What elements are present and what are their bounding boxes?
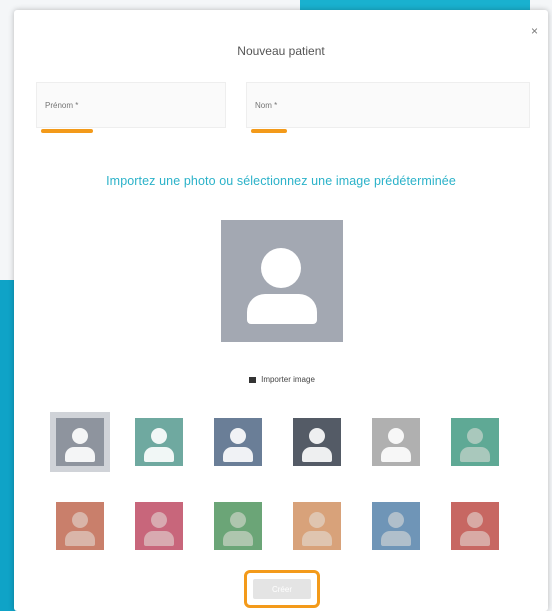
create-button[interactable]: Créer [253,579,311,599]
last-name-input[interactable] [247,83,529,127]
avatar-head-icon [151,512,167,528]
avatar-body-icon [247,294,317,324]
avatar-3-tile[interactable] [214,418,262,466]
first-name-field [36,82,226,133]
avatar-head-icon [388,512,404,528]
avatar-body-icon [381,447,411,462]
avatar-9-tile[interactable] [214,502,262,550]
photo-instruction: Importez une photo ou sélectionnez une i… [106,174,456,188]
avatar-2-tile[interactable] [135,418,183,466]
new-patient-dialog: Nouveau patient × Importez une photo ou … [14,10,548,611]
avatar-head-icon [467,428,483,444]
avatar-head-icon [230,428,246,444]
avatar-head-icon [261,248,301,288]
avatar-preview [221,220,343,342]
avatar-10-tile[interactable] [293,502,341,550]
first-name-underline [41,129,93,133]
image-icon [249,376,257,383]
import-image-label: Importer image [261,375,315,384]
avatar-5-tile[interactable] [372,418,420,466]
avatar-6-tile[interactable] [451,418,499,466]
avatar-head-icon [72,428,88,444]
avatar-body-icon [144,447,174,462]
avatar-7-tile[interactable] [56,502,104,550]
dialog-title: Nouveau patient [237,44,325,58]
last-name-underline [251,129,287,133]
avatar-body-icon [381,531,411,546]
close-icon[interactable]: × [531,24,538,38]
avatar-body-icon [65,531,95,546]
avatar-head-icon [388,428,404,444]
avatar-head-icon [309,512,325,528]
first-name-input[interactable] [37,83,225,127]
avatar-head-icon [230,512,246,528]
avatar-body-icon [144,531,174,546]
submit-highlight: Créer [244,570,320,608]
avatar-body-icon [460,447,490,462]
avatar-11-tile[interactable] [372,502,420,550]
avatar-4-tile[interactable] [293,418,341,466]
avatar-1-tile[interactable] [50,412,110,472]
avatar-head-icon [151,428,167,444]
avatar-body-icon [460,531,490,546]
avatar-12-tile[interactable] [451,502,499,550]
avatar-head-icon [309,428,325,444]
avatar-8-tile[interactable] [135,502,183,550]
avatar-head-icon [467,512,483,528]
avatar-body-icon [302,531,332,546]
avatar-body-icon [302,447,332,462]
avatar-body-icon [223,447,253,462]
avatar-body-icon [65,447,95,462]
import-image-button[interactable]: Importer image [224,368,340,392]
last-name-field [246,82,530,133]
background-strip [300,0,530,10]
avatar-body-icon [223,531,253,546]
avatar-head-icon [72,512,88,528]
